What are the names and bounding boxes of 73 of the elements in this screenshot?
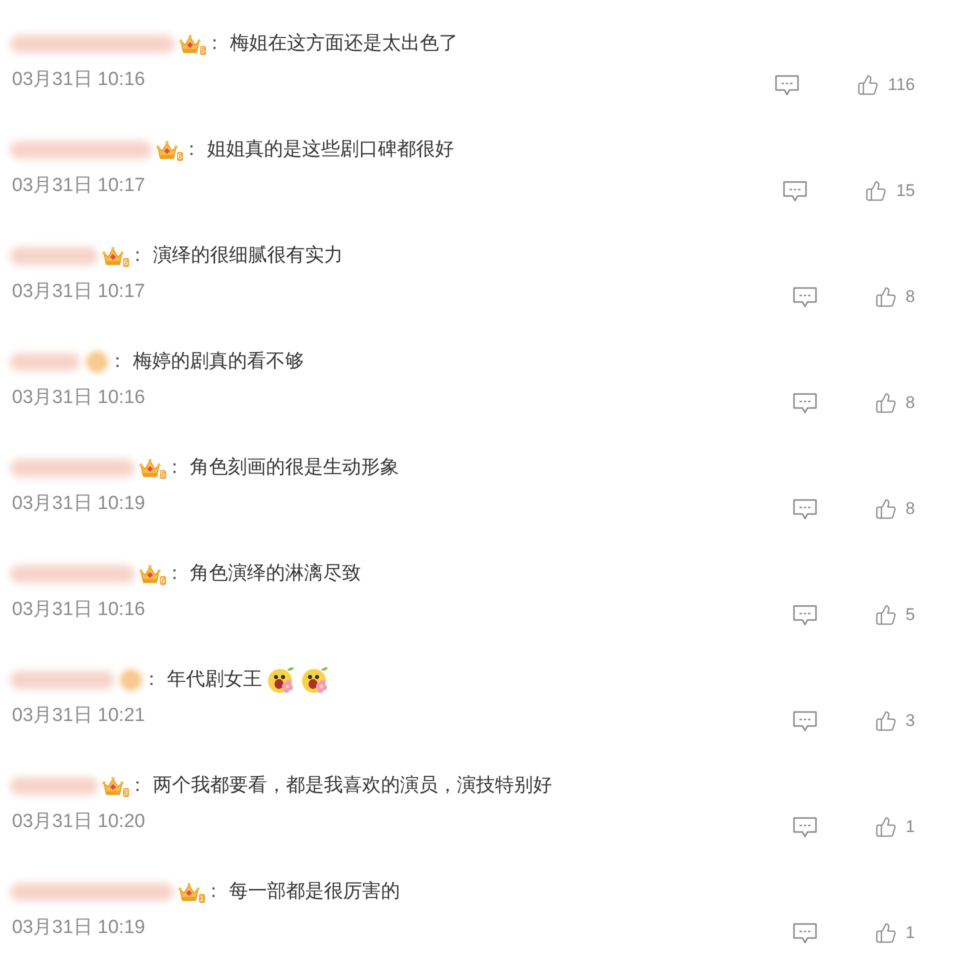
speech-bubble-icon — [792, 816, 817, 838]
like-button[interactable]: 8 — [874, 392, 915, 414]
like-button[interactable]: 8 — [874, 498, 915, 520]
comment-text: 梅姐在这方面还是太出色了 — [230, 32, 458, 56]
thumbs-up-icon — [874, 710, 897, 732]
comment-time: 03月31日 10:19 — [11, 916, 146, 940]
badge-grade: 3 — [122, 788, 129, 797]
badge-grade: 6 — [160, 576, 166, 585]
comment-text: 梅婷的剧真的看不够 — [133, 350, 304, 374]
speech-bubble-icon — [774, 74, 799, 96]
reply-button[interactable] — [792, 922, 817, 944]
like-button[interactable]: 15 — [865, 180, 915, 202]
colon: ： — [182, 138, 201, 162]
speech-bubble-icon — [792, 498, 817, 520]
like-button[interactable]: 1 — [874, 922, 915, 944]
comment-text: 两个我都要看，都是我喜欢的演员，演技特别好 — [153, 774, 552, 798]
flower-emoji-icon — [300, 665, 330, 695]
speech-bubble-icon — [792, 392, 817, 414]
comment-text: 姐姐真的是这些剧口碑都很好 — [207, 138, 454, 162]
speech-bubble-icon — [783, 180, 808, 202]
like-button[interactable]: 8 — [874, 286, 915, 308]
thumbs-up-icon — [865, 180, 888, 202]
colon: ： — [205, 32, 224, 56]
thumbs-up-icon — [874, 498, 897, 520]
comment-time: 03月31日 10:20 — [11, 810, 146, 834]
flower-emoji-icon — [266, 665, 296, 695]
comment-time: 03月31日 10:16 — [11, 68, 146, 92]
reply-button[interactable] — [792, 604, 817, 626]
thumbs-up-icon — [874, 286, 897, 308]
thumbs-up-icon — [874, 816, 897, 838]
colon: ： — [128, 774, 147, 798]
like-button[interactable]: 116 — [856, 74, 915, 96]
badge-grade: 6 — [176, 152, 183, 161]
reply-button[interactable] — [792, 498, 817, 520]
comment-text: 角色刻画的很是生动形象 — [190, 456, 399, 480]
colon: ： — [165, 562, 184, 586]
blurred-username — [10, 353, 80, 371]
colon: ： — [108, 350, 127, 374]
colon: ： — [165, 456, 184, 480]
like-button[interactable]: 5 — [874, 604, 915, 626]
colon: ： — [204, 880, 223, 904]
reply-button[interactable] — [783, 180, 808, 202]
comment-text: 演绎的很细腻很有实力 — [153, 244, 343, 268]
badge-grade: 5 — [200, 46, 206, 55]
reply-button[interactable] — [774, 74, 799, 96]
comment-time: 03月31日 10:17 — [11, 174, 146, 198]
like-button[interactable]: 3 — [874, 710, 915, 732]
comment-text: 角色演绎的淋漓尽致 — [190, 562, 361, 586]
thumbs-up-icon — [874, 922, 897, 944]
speech-bubble-icon — [792, 710, 817, 732]
reply-button[interactable] — [792, 392, 817, 414]
thumbs-up-icon — [874, 392, 897, 414]
comment-text: 每一部都是很厉害的 — [229, 880, 400, 904]
reply-button[interactable] — [792, 710, 817, 732]
comment-time: 03月31日 10:19 — [11, 492, 146, 516]
comment-text: 年代剧女王 — [167, 668, 262, 692]
colon: ： — [128, 244, 147, 268]
comment-time: 03月31日 10:16 — [11, 598, 146, 622]
speech-bubble-icon — [792, 286, 817, 308]
like-button[interactable]: 1 — [874, 816, 915, 838]
thumbs-up-icon — [856, 74, 879, 96]
badge-grade: 5 — [160, 470, 166, 479]
comment-time: 03月31日 10:21 — [11, 704, 146, 728]
comment-time: 03月31日 10:17 — [11, 280, 146, 304]
colon: ： — [142, 668, 161, 692]
thumbs-up-icon — [874, 604, 897, 626]
reply-button[interactable] — [792, 816, 817, 838]
speech-bubble-icon — [792, 604, 817, 626]
badge-grade: 1 — [198, 894, 205, 903]
badge-grade: 6 — [122, 258, 129, 267]
reply-button[interactable] — [792, 286, 817, 308]
comment-time: 03月31日 10:16 — [11, 386, 146, 410]
speech-bubble-icon — [792, 922, 817, 944]
